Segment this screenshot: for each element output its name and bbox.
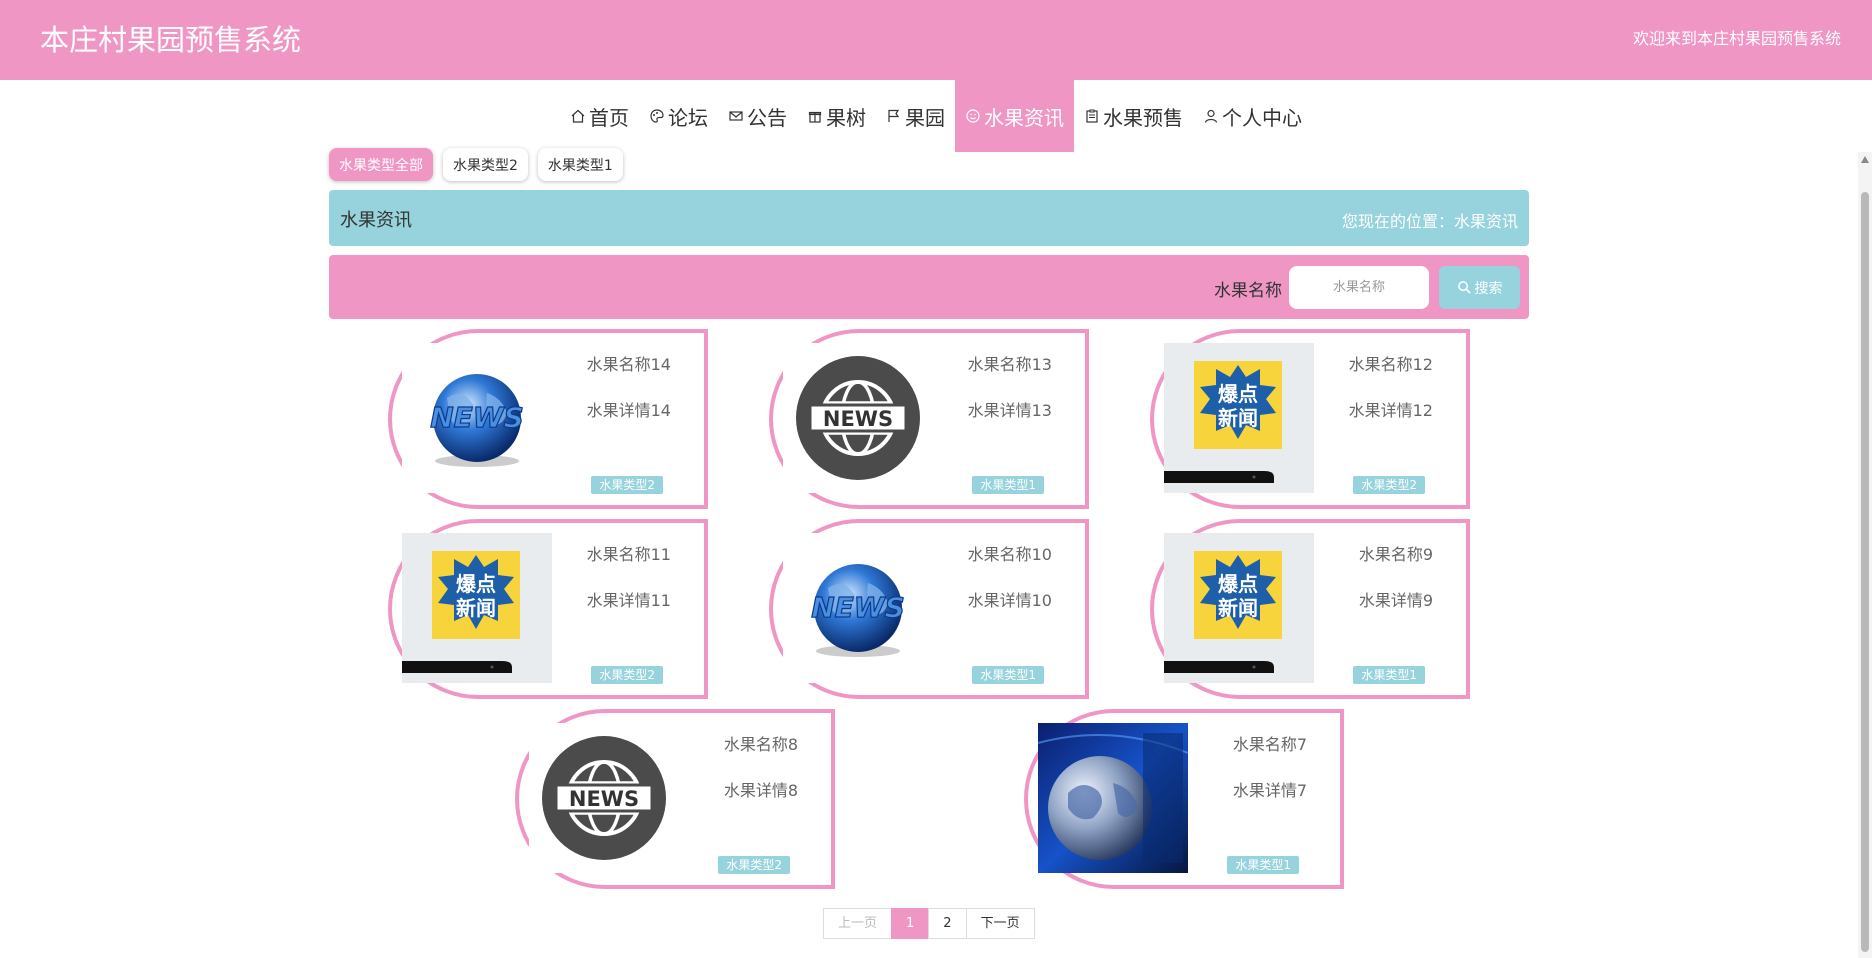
flag-icon bbox=[886, 108, 902, 124]
news-card[interactable]: NEWS 水果名称10 水果详情10 水果类型1 bbox=[769, 519, 1089, 699]
hot-news-image: 爆点 新闻 bbox=[402, 533, 552, 683]
card-name: 水果名称10 bbox=[967, 545, 1052, 564]
search-input[interactable] bbox=[1289, 266, 1429, 309]
news-globe-image: NEWS bbox=[783, 533, 933, 683]
card-name: 水果名称8 bbox=[723, 735, 798, 754]
nav-label: 水果预售 bbox=[1103, 105, 1183, 130]
card-detail: 水果详情9 bbox=[1358, 591, 1433, 610]
main-nav: 首页 论坛 公告 果树 果园 水果资讯 水果预售 个人中心 bbox=[0, 80, 1872, 152]
next-page-button[interactable]: 下一页 bbox=[965, 908, 1035, 939]
card-type-badge: 水果类型1 bbox=[972, 666, 1044, 684]
card-type-badge: 水果类型1 bbox=[972, 476, 1044, 494]
search-label: 水果名称 bbox=[1214, 281, 1282, 301]
news-card[interactable]: 爆点 新闻 水果名称11 水果详情11 水果类型2 bbox=[388, 519, 708, 699]
prev-page-button[interactable]: 上一页 bbox=[823, 908, 893, 939]
news-card[interactable]: NEWS 水果名称13 水果详情13 水果类型1 bbox=[769, 329, 1089, 509]
nav-label: 果园 bbox=[905, 105, 945, 130]
scrollbar-thumb[interactable] bbox=[1861, 192, 1869, 952]
nav-item-home[interactable]: 首页 bbox=[560, 80, 639, 152]
card-detail: 水果详情11 bbox=[586, 591, 671, 610]
svg-text:爆点: 爆点 bbox=[1218, 572, 1258, 596]
news-badge-text: NEWS bbox=[430, 401, 524, 434]
card-name: 水果名称13 bbox=[967, 355, 1052, 374]
clipboard-icon bbox=[1084, 108, 1100, 124]
blue-globe-image bbox=[1038, 723, 1188, 873]
hot-news-image: 爆点 新闻 bbox=[1164, 343, 1314, 493]
nav-item-profile[interactable]: 个人中心 bbox=[1193, 80, 1312, 152]
card-name: 水果名称14 bbox=[586, 355, 671, 374]
smile-icon bbox=[965, 108, 981, 124]
card-name: 水果名称12 bbox=[1348, 355, 1433, 374]
app-title: 本庄村果园预售系统 bbox=[40, 23, 302, 57]
nav-label: 公告 bbox=[747, 105, 787, 130]
news-card[interactable]: NEWS 水果名称8 水果详情8 水果类型2 bbox=[515, 709, 835, 889]
hot-news-image: 爆点 新闻 bbox=[1164, 533, 1314, 683]
card-detail: 水果详情8 bbox=[723, 781, 798, 800]
nav-item-presale[interactable]: 水果预售 bbox=[1074, 80, 1193, 152]
user-icon bbox=[1203, 108, 1219, 124]
filter-type2-button[interactable]: 水果类型2 bbox=[443, 148, 528, 181]
nav-label: 果树 bbox=[826, 105, 866, 130]
card-name: 水果名称7 bbox=[1232, 735, 1307, 754]
card-type-badge: 水果类型1 bbox=[1227, 856, 1299, 874]
nav-item-fruit-tree[interactable]: 果树 bbox=[797, 80, 876, 152]
card-detail: 水果详情12 bbox=[1348, 401, 1433, 420]
svg-text:爆点: 爆点 bbox=[456, 572, 496, 596]
nav-label: 水果资讯 bbox=[984, 105, 1064, 130]
nav-item-notice[interactable]: 公告 bbox=[718, 80, 797, 152]
search-button[interactable]: 搜索 bbox=[1439, 266, 1520, 309]
search-button-label: 搜索 bbox=[1474, 280, 1503, 297]
nav-label: 首页 bbox=[589, 105, 629, 130]
search-bar: 水果名称 搜索 bbox=[329, 255, 1529, 319]
home-icon bbox=[570, 108, 586, 124]
top-header: 本庄村果园预售系统 欢迎来到本庄村果园预售系统 bbox=[0, 0, 1872, 80]
search-icon bbox=[1457, 281, 1471, 294]
hot-news-badge-line1: 爆点 bbox=[1218, 382, 1258, 406]
nav-item-fruit-news[interactable]: 水果资讯 bbox=[955, 80, 1074, 152]
news-circle-image: NEWS bbox=[783, 343, 933, 493]
filter-all-button[interactable]: 水果类型全部 bbox=[329, 148, 433, 181]
news-card[interactable]: 爆点 新闻 水果名称9 水果详情9 水果类型1 bbox=[1150, 519, 1470, 699]
filter-type1-button[interactable]: 水果类型1 bbox=[537, 148, 623, 181]
page-button-1[interactable]: 1 bbox=[891, 908, 930, 939]
card-name: 水果名称11 bbox=[586, 545, 671, 564]
card-type-badge: 水果类型1 bbox=[1353, 666, 1425, 684]
breadcrumb: 水果资讯 您现在的位置：水果资讯 bbox=[329, 190, 1529, 246]
card-name: 水果名称9 bbox=[1358, 545, 1433, 564]
nav-item-forum[interactable]: 论坛 bbox=[639, 80, 718, 152]
news-circle-image: NEWS bbox=[529, 723, 679, 873]
location-text: 您现在的位置：水果资讯 bbox=[1341, 212, 1518, 231]
hot-news-badge-line2: 新闻 bbox=[1218, 406, 1258, 430]
news-badge-text: NEWS bbox=[823, 407, 893, 431]
card-type-badge: 水果类型2 bbox=[591, 666, 663, 684]
welcome-text: 欢迎来到本庄村果园预售系统 bbox=[1632, 29, 1841, 48]
nav-label: 论坛 bbox=[668, 105, 708, 130]
page-title: 水果资讯 bbox=[340, 210, 412, 231]
nav-label: 个人中心 bbox=[1222, 105, 1302, 130]
card-detail: 水果详情10 bbox=[967, 591, 1052, 610]
news-card[interactable]: 水果名称7 水果详情7 水果类型1 bbox=[1024, 709, 1344, 889]
card-type-badge: 水果类型2 bbox=[1353, 476, 1425, 494]
type-filter-group: 水果类型全部 水果类型2 水果类型1 bbox=[329, 148, 623, 181]
card-type-badge: 水果类型2 bbox=[591, 476, 663, 494]
news-card[interactable]: NEWS 水果名称14 水果详情14 水果类型2 bbox=[388, 329, 708, 509]
mail-icon bbox=[728, 108, 744, 124]
nav-item-orchard[interactable]: 果园 bbox=[876, 80, 955, 152]
gift-icon bbox=[807, 108, 823, 124]
card-detail: 水果详情7 bbox=[1232, 781, 1307, 800]
scroll-up-arrow-icon[interactable] bbox=[1861, 156, 1869, 163]
news-badge-text: NEWS bbox=[811, 591, 905, 624]
card-detail: 水果详情13 bbox=[967, 401, 1052, 420]
svg-text:新闻: 新闻 bbox=[456, 596, 496, 620]
news-badge-text: NEWS bbox=[569, 787, 639, 811]
card-type-badge: 水果类型2 bbox=[718, 856, 790, 874]
palette-icon bbox=[649, 108, 665, 124]
news-globe-image: NEWS bbox=[402, 343, 552, 493]
page-button-2[interactable]: 2 bbox=[928, 908, 967, 939]
news-card[interactable]: 爆点 新闻 水果名称12 水果详情12 水果类型2 bbox=[1150, 329, 1470, 509]
card-detail: 水果详情14 bbox=[586, 401, 671, 420]
svg-text:新闻: 新闻 bbox=[1218, 596, 1258, 620]
pagination: 上一页 1 2 下一页 bbox=[823, 908, 1035, 939]
